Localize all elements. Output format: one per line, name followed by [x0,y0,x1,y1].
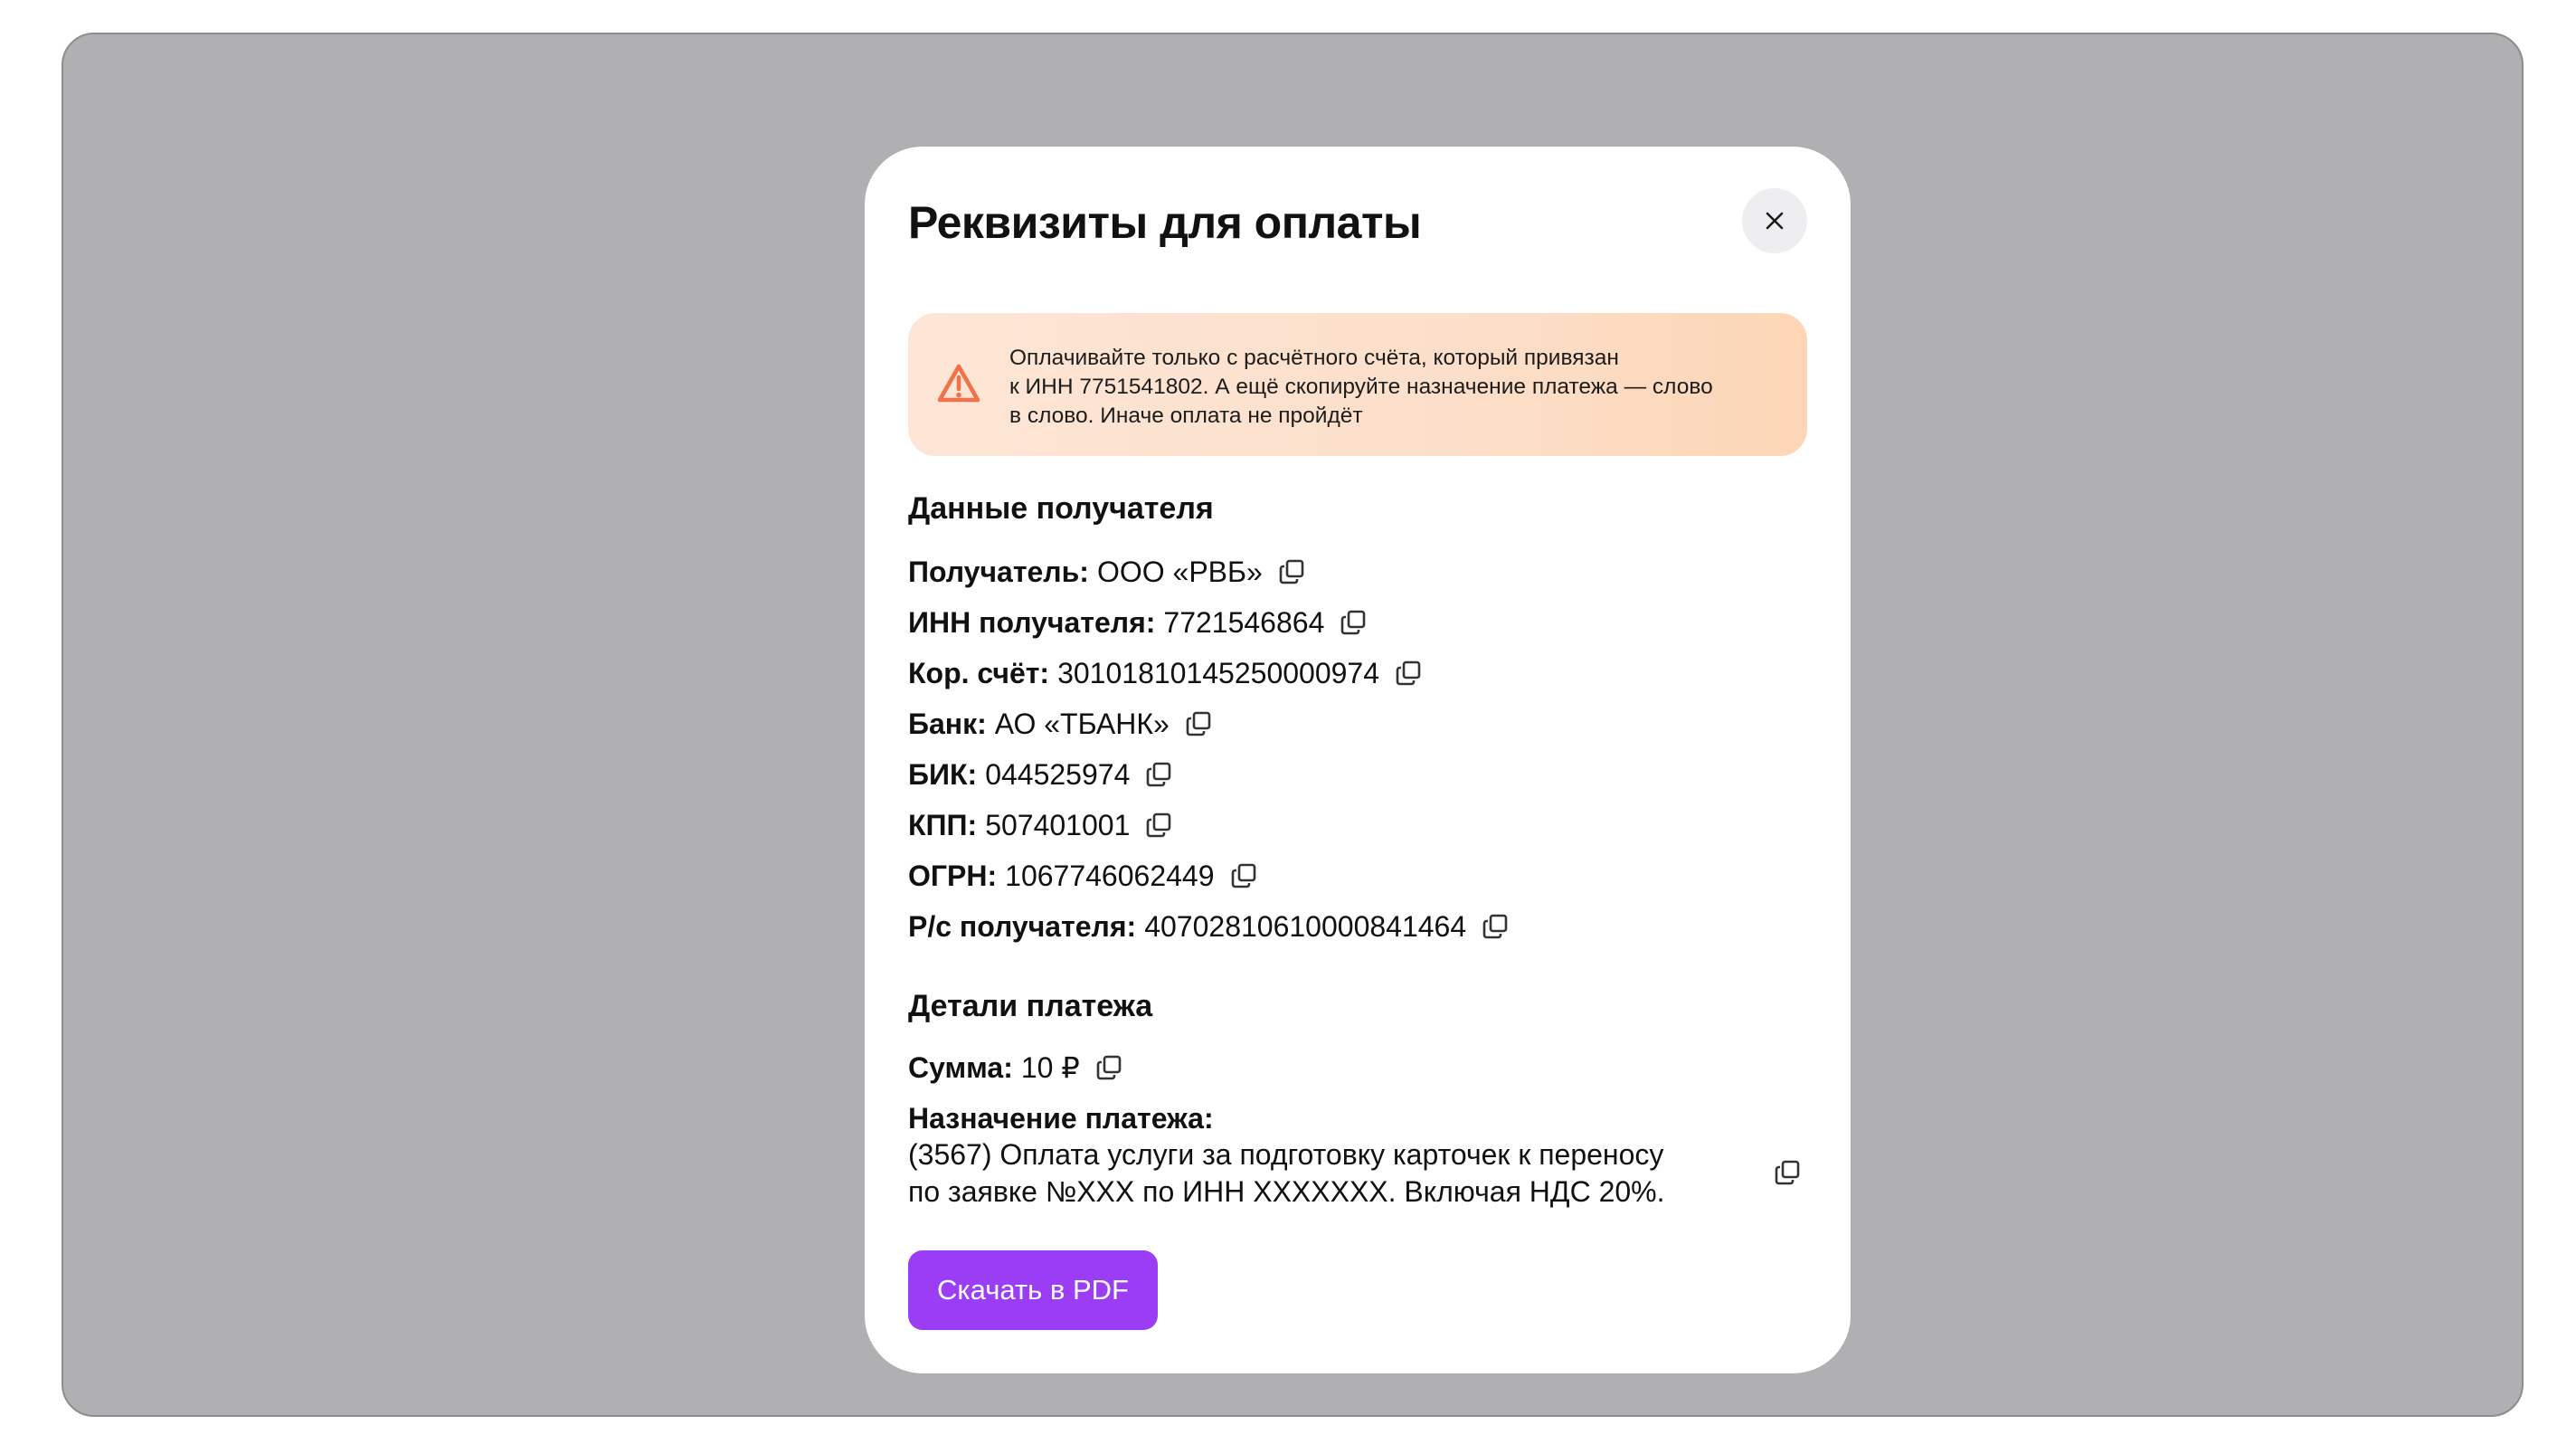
copy-kpp-button[interactable] [1142,809,1175,841]
modal-title: Реквизиты для оплаты [908,197,1422,248]
field-label: ОГРН: [908,859,998,892]
purpose-line: (3567) Оплата услуги за подготовку карто… [908,1138,1664,1171]
copy-purpose-button[interactable] [1771,1156,1804,1189]
field-label: Кор. счёт: [908,656,1050,689]
ogrn-row: ОГРН: 1067746062449 [908,854,1260,898]
page-backdrop: Реквизиты для оплаты Оплачивайте только … [62,33,2524,1417]
copy-settlement-account-button[interactable] [1479,910,1511,943]
payment-purpose-label: Назначение платежа: [908,1102,1214,1135]
alert-line: к ИНН 7751541802. А ещё скопируйте назна… [1009,375,1713,399]
copy-bik-button[interactable] [1142,758,1175,791]
field-label: Банк: [908,707,987,740]
copy-ogrn-button[interactable] [1227,860,1260,892]
copy-icon [1231,863,1255,888]
field-value: 507401001 [985,808,1131,841]
field-value: ООО «РВБ» [1096,555,1263,588]
field-value: 1067746062449 [1005,859,1215,892]
field-label: ИНН получателя: [908,605,1156,639]
alert-text: Оплачивайте только с расчётного счёта, к… [1009,344,1787,431]
payment-details-modal: Реквизиты для оплаты Оплачивайте только … [865,147,1851,1373]
field-label: Получатель: [908,555,1089,588]
payment-purpose-text: (3567) Оплата услуги за подготовку карто… [908,1136,1722,1211]
field-label: КПП: [908,808,978,841]
close-button[interactable] [1742,188,1807,253]
kpp-row: КПП: 507401001 [908,803,1175,847]
field-value: 7721546864 [1163,605,1325,639]
copy-amount-button[interactable] [1093,1051,1125,1084]
copy-icon [1482,914,1508,939]
field-value: 40702810610000841464 [1144,909,1467,943]
field-value: 044525974 [985,757,1131,791]
field-value: 10 ₽ [1020,1051,1080,1084]
purpose-line: по заявке №ХХХ по ИНН ХХХХХХХ. Включая Н… [908,1175,1665,1208]
recipient-section-title: Данные получателя [908,491,1214,526]
copy-icon [1341,610,1366,635]
field-value: 30101810145250000974 [1057,656,1380,689]
warning-alert: Оплачивайте только с расчётного счёта, к… [908,313,1807,456]
copy-icon [1396,660,1421,686]
bank-row: Банк: АО «ТБАНК» [908,702,1215,746]
alert-line: в слово. Иначе оплата не пройдёт [1009,404,1363,428]
settlement-account-row: Р/с получателя: 40702810610000841464 [908,905,1511,948]
copy-inn-button[interactable] [1337,606,1369,639]
field-label: БИК: [908,757,978,791]
field-label: Р/с получателя: [908,909,1137,943]
copy-icon [1096,1055,1122,1080]
copy-icon [1775,1160,1800,1185]
copy-correspondent-account-button[interactable] [1392,657,1425,689]
field-label: Сумма: [908,1050,1013,1084]
payment-section-title: Детали платежа [908,989,1153,1023]
field-value: АО «ТБАНК» [994,707,1170,740]
close-icon [1766,212,1784,230]
download-pdf-button[interactable]: Скачать в PDF [908,1250,1158,1330]
copy-recipient-button[interactable] [1275,556,1308,588]
copy-icon [1186,711,1211,736]
alert-line: Оплачивайте только с расчётного счёта, к… [1009,346,1619,370]
recipient-inn-row: ИНН получателя: 7721546864 [908,601,1369,644]
correspondent-account-row: Кор. счёт: 30101810145250000974 [908,651,1425,695]
copy-icon [1279,559,1304,584]
copy-bank-button[interactable] [1182,708,1215,740]
copy-icon [1147,812,1171,838]
copy-icon [1147,762,1171,787]
recipient-name-row: Получатель: ООО «РВБ» [908,550,1308,594]
bik-row: БИК: 044525974 [908,753,1175,796]
amount-row: Сумма: 10 ₽ [908,1046,1125,1089]
warning-triangle-icon [937,364,980,403]
